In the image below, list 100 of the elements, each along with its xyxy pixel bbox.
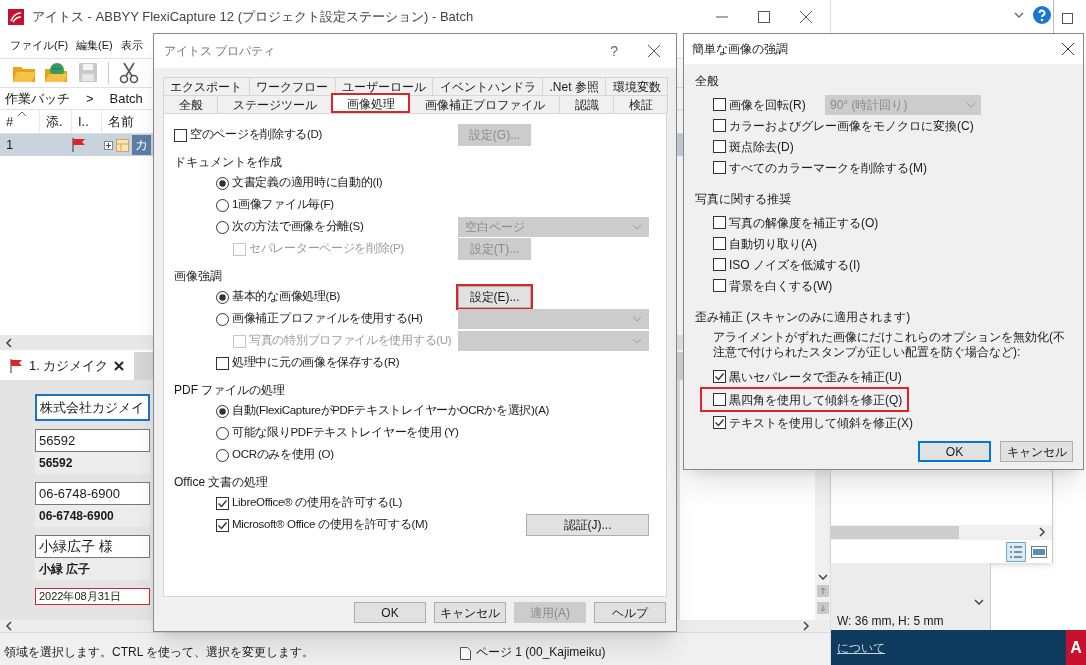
tab-label[interactable]: 1. カジメイク <box>29 356 109 376</box>
checkbox-label[interactable]: 画像を回転(R) <box>729 95 806 114</box>
radio-label[interactable]: 文書定義の適用時に自動的(I) <box>232 174 383 192</box>
checkbox-label[interactable]: カラーおよびグレー画像をモノクロに変換(C) <box>729 116 974 135</box>
radio-label[interactable]: 可能な限りPDFテキストレイヤーを使用 (Y) <box>232 424 459 442</box>
radio-label[interactable]: OCRのみを使用 (O) <box>232 446 334 464</box>
expand-icon[interactable] <box>104 140 113 150</box>
help-icon[interactable] <box>1033 6 1051 24</box>
close-icon[interactable] <box>800 10 812 23</box>
column-header[interactable]: 名前 <box>108 111 134 132</box>
checkbox[interactable] <box>713 161 726 174</box>
tab[interactable]: 画像補正プロファイル <box>409 95 560 113</box>
tab[interactable]: エクスポート <box>163 77 250 95</box>
column-header[interactable]: I.. <box>78 111 89 132</box>
tab[interactable]: イベントハンドラ <box>432 77 544 95</box>
breadcrumb-item[interactable]: Batch <box>109 88 143 109</box>
checkbox-label[interactable]: 黒四角を使用して傾斜を修正(Q) <box>729 390 903 409</box>
checkbox-label[interactable]: LibreOffice® の使用を許可する(L) <box>232 494 402 512</box>
column-header[interactable]: # <box>6 111 14 132</box>
globe-folder-icon[interactable] <box>44 61 68 85</box>
help-button[interactable]: ? <box>610 40 618 62</box>
menu-item[interactable]: 表示 <box>120 37 143 54</box>
checkbox[interactable] <box>713 279 726 292</box>
checkbox-label[interactable]: 黒いセパレータで歪みを補正(U) <box>729 367 902 386</box>
radio-label[interactable]: 画像補正プロファイルを使用する(H) <box>232 310 423 328</box>
checkbox[interactable] <box>216 356 229 370</box>
breadcrumb-item[interactable]: > <box>86 88 94 109</box>
tab[interactable]: ステージツール <box>217 95 332 113</box>
radio-label[interactable]: 次の方法で画像を分離(S) <box>232 218 364 236</box>
column-header[interactable]: 添. <box>46 111 63 132</box>
scroll-right-icon[interactable] <box>1038 527 1046 537</box>
checkbox[interactable] <box>174 128 187 142</box>
list-view-icon[interactable] <box>1006 542 1026 562</box>
chevron-down-icon[interactable] <box>1014 12 1024 18</box>
input-field[interactable]: 56592 <box>35 429 150 452</box>
checkbox-label[interactable]: 写真の解像度を補正する(O) <box>729 213 879 232</box>
checkbox[interactable] <box>713 393 726 406</box>
tab[interactable]: 全般 <box>163 95 218 113</box>
dialog-button[interactable]: OK <box>354 602 426 623</box>
scroll-left-icon[interactable] <box>5 621 13 631</box>
settings-button[interactable]: 設定(E)... <box>458 286 531 308</box>
checkbox[interactable] <box>713 216 726 229</box>
checkbox[interactable] <box>713 237 726 250</box>
maximize-icon[interactable] <box>758 10 770 23</box>
input-field[interactable]: 2022年08月31日 <box>35 588 150 605</box>
radio-button[interactable] <box>216 290 229 304</box>
checkbox-label[interactable]: 空のページを削除する(D) <box>190 126 323 144</box>
scroll-left-icon[interactable] <box>5 337 13 348</box>
close-icon[interactable] <box>1062 43 1074 55</box>
thumbnail-view-icon[interactable] <box>1031 546 1047 558</box>
tab[interactable]: ワークフロー <box>248 77 336 95</box>
checkbox[interactable] <box>713 140 726 153</box>
radio-button[interactable] <box>216 220 229 234</box>
checkbox[interactable] <box>713 370 726 383</box>
tab[interactable]: 検証 <box>613 95 668 113</box>
radio-button[interactable] <box>216 448 229 462</box>
scissors-icon[interactable] <box>117 61 141 85</box>
checkbox[interactable] <box>713 258 726 271</box>
input-field[interactable]: 小緑広子 様 <box>35 535 150 558</box>
radio-label[interactable]: 基本的な画像処理(B) <box>232 288 341 306</box>
checkbox-label[interactable]: ISO ノイズを低減する(I) <box>729 255 861 274</box>
checkbox-label[interactable]: Microsoft® Office の使用を許可する(M) <box>232 516 428 534</box>
dialog-button[interactable]: ヘルプ <box>594 602 666 623</box>
link[interactable]: について <box>837 638 885 657</box>
close-icon[interactable] <box>648 45 660 57</box>
checkbox-label[interactable]: 処理中に元の画像を保存する(R) <box>232 354 400 372</box>
page-up-icon[interactable] <box>816 585 829 597</box>
checkbox[interactable] <box>216 496 229 510</box>
dialog-button[interactable]: キャンセル <box>434 602 506 623</box>
breadcrumb-item[interactable]: 作業バッチ <box>5 88 70 109</box>
radio-button[interactable] <box>216 198 229 212</box>
dialog-button[interactable]: OK <box>918 441 991 462</box>
tab[interactable]: 環境変数 <box>605 77 669 95</box>
checkbox-label[interactable]: 背景を白くする(W) <box>729 276 833 295</box>
radio-button[interactable] <box>216 426 229 440</box>
dialog-button[interactable]: キャンセル <box>1000 441 1073 462</box>
checkbox[interactable] <box>713 119 726 132</box>
tab[interactable]: .Net 参照 <box>542 77 607 95</box>
radio-button[interactable] <box>216 404 229 418</box>
scroll-down-icon[interactable] <box>974 599 984 605</box>
radio-label[interactable]: 自動(FlexiCaptureがPDFテキストレイヤーかOCRかを選択)(A) <box>232 402 550 420</box>
page-down-icon[interactable] <box>816 602 829 614</box>
scroll-right-icon[interactable] <box>802 621 810 631</box>
input-field[interactable]: 06-6748-6900 <box>35 482 150 505</box>
maximize-icon[interactable] <box>1062 13 1073 24</box>
scroll-thumb[interactable] <box>831 526 959 539</box>
checkbox-label[interactable]: すべてのカラーマークを削除する(M) <box>729 158 927 177</box>
checkbox-label[interactable]: 斑点除去(D) <box>729 137 794 156</box>
document-tab[interactable]: 1. カジメイク <box>0 352 135 380</box>
checkbox[interactable] <box>713 98 726 111</box>
checkbox-label[interactable]: 自動切り取り(A) <box>729 234 817 253</box>
input-field[interactable]: 株式会社カジメイ <box>35 394 150 421</box>
close-icon[interactable] <box>114 361 125 371</box>
scroll-down-icon[interactable] <box>817 574 828 580</box>
tab[interactable]: 画像処理 <box>331 93 410 113</box>
checkbox[interactable] <box>713 416 726 429</box>
settings-button[interactable]: 認証(J)... <box>526 514 649 536</box>
radio-label[interactable]: 1画像ファイル毎(F) <box>232 196 334 214</box>
radio-button[interactable] <box>216 176 229 190</box>
checkbox-label[interactable]: テキストを使用して傾斜を修正(X) <box>729 413 913 432</box>
